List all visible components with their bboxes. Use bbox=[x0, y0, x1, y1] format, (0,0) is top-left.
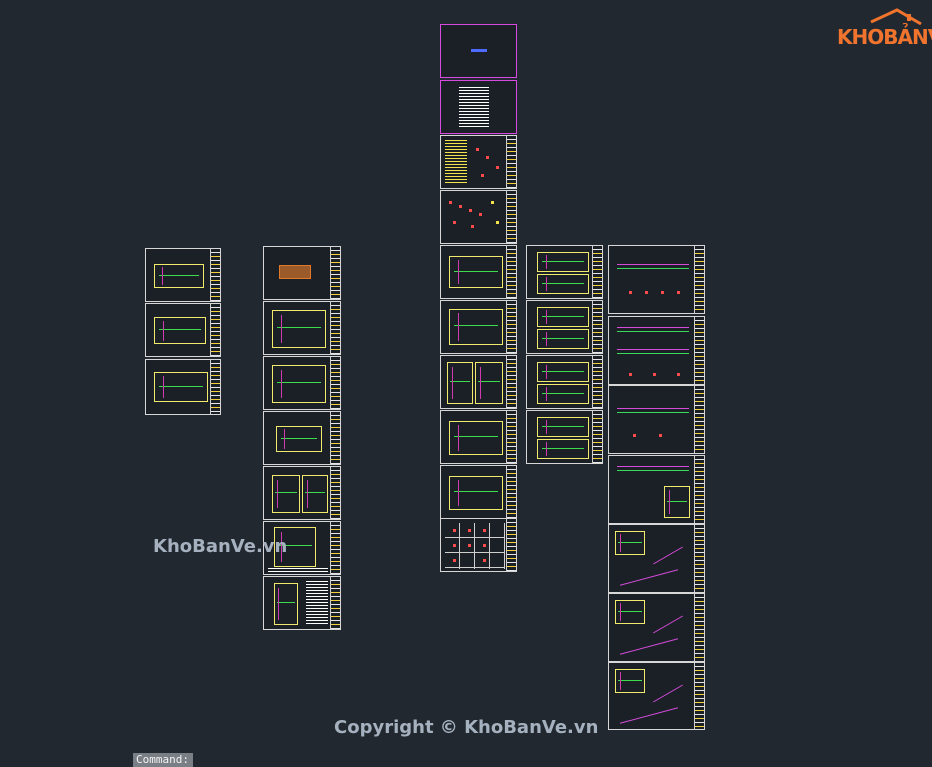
index-table bbox=[459, 87, 489, 127]
title-block bbox=[330, 302, 340, 354]
sheet-stair-2[interactable] bbox=[608, 593, 705, 662]
framing-plan bbox=[449, 421, 503, 455]
floor-plan bbox=[537, 362, 589, 382]
floor-plan bbox=[272, 365, 326, 403]
sheet-stair-3[interactable] bbox=[608, 662, 705, 730]
sheet-framing-1[interactable] bbox=[440, 410, 517, 464]
stair-plan bbox=[615, 669, 645, 693]
title-block bbox=[506, 191, 516, 243]
watermark-bottom: Copyright © KhoBanVe.vn bbox=[334, 717, 599, 738]
title-block bbox=[506, 519, 516, 571]
title-block bbox=[694, 456, 704, 523]
sheet-stair-1[interactable] bbox=[608, 524, 705, 593]
sheet-col4-4[interactable] bbox=[526, 410, 603, 464]
floor-plan bbox=[537, 384, 589, 404]
sheet-index[interactable] bbox=[440, 80, 517, 134]
schedule-table bbox=[306, 581, 328, 625]
title-block bbox=[330, 247, 340, 299]
title-block bbox=[330, 467, 340, 519]
floor-plan bbox=[537, 252, 589, 272]
watermark-left: KhoBanVe.vn bbox=[153, 536, 288, 557]
title-block bbox=[330, 577, 340, 629]
sheet-col4-1[interactable] bbox=[526, 245, 603, 299]
sheet-foundation-1[interactable] bbox=[440, 245, 517, 299]
title-block bbox=[330, 412, 340, 464]
sheet-col1-1[interactable] bbox=[145, 248, 221, 302]
sheet-beam-4[interactable] bbox=[608, 455, 705, 524]
title-block bbox=[210, 249, 220, 301]
title-block bbox=[694, 663, 704, 729]
sheet-col2-2[interactable] bbox=[263, 301, 341, 355]
sheet-beam-2[interactable] bbox=[608, 316, 705, 385]
detail-drawing bbox=[475, 362, 503, 404]
sheet-col2-7[interactable] bbox=[263, 576, 341, 630]
sheet-col2-5[interactable] bbox=[263, 466, 341, 520]
title-block bbox=[506, 136, 516, 188]
elevation-drawing bbox=[272, 475, 300, 513]
floor-plan bbox=[276, 426, 322, 452]
title-block bbox=[694, 594, 704, 661]
detail-drawing bbox=[447, 362, 473, 404]
title-block bbox=[210, 360, 220, 414]
notes-block bbox=[445, 140, 467, 184]
floor-plan bbox=[154, 264, 204, 288]
stair-plan bbox=[615, 531, 645, 555]
title-block bbox=[330, 522, 340, 574]
title-block bbox=[506, 356, 516, 408]
title-block bbox=[330, 357, 340, 409]
floor-plan bbox=[537, 274, 589, 294]
sheet-notes-2[interactable] bbox=[440, 190, 517, 244]
framing-plan bbox=[449, 476, 503, 510]
schedule-table bbox=[268, 568, 328, 574]
sheet-foundation-2[interactable] bbox=[440, 300, 517, 354]
title-block bbox=[592, 411, 602, 463]
title-block bbox=[592, 246, 602, 298]
stair-plan bbox=[615, 600, 645, 624]
title-block bbox=[506, 246, 516, 298]
drawing-canvas[interactable] bbox=[0, 0, 932, 767]
section-drawing bbox=[664, 486, 690, 518]
sheet-col4-3[interactable] bbox=[526, 355, 603, 409]
sheet-col2-3[interactable] bbox=[263, 356, 341, 410]
floor-plan bbox=[537, 329, 589, 349]
sheet-detail-1[interactable] bbox=[440, 355, 517, 409]
title-block bbox=[506, 466, 516, 518]
cover-title-mark bbox=[471, 49, 487, 52]
floor-plan bbox=[537, 307, 589, 327]
title-block bbox=[694, 317, 704, 384]
sheet-cover[interactable] bbox=[440, 24, 517, 78]
sheet-framing-2[interactable] bbox=[440, 465, 517, 519]
title-block bbox=[506, 411, 516, 463]
floor-plan bbox=[154, 372, 208, 402]
elevation-drawing bbox=[302, 475, 328, 513]
sheet-col4-2[interactable] bbox=[526, 300, 603, 354]
floor-plan bbox=[272, 310, 326, 348]
logo-text-banve: BẢNVẼ bbox=[883, 25, 932, 49]
sheet-col2-4[interactable] bbox=[263, 411, 341, 465]
title-block bbox=[694, 525, 704, 592]
title-block bbox=[506, 301, 516, 353]
sheet-notes-1[interactable] bbox=[440, 135, 517, 189]
title-block bbox=[592, 356, 602, 408]
logo-text-kho: KHO bbox=[837, 25, 884, 49]
foundation-plan bbox=[449, 256, 503, 288]
sheet-col1-2[interactable] bbox=[145, 303, 221, 357]
sheet-col2-1[interactable] bbox=[263, 246, 341, 300]
sheet-details-grid[interactable] bbox=[440, 518, 517, 572]
floor-plan bbox=[537, 439, 589, 459]
floor-plan bbox=[154, 317, 206, 344]
floor-plan bbox=[537, 417, 589, 437]
title-block bbox=[694, 386, 704, 453]
title-block bbox=[210, 304, 220, 356]
command-line[interactable]: Command: bbox=[133, 753, 193, 767]
title-block bbox=[694, 246, 704, 313]
title-block bbox=[592, 301, 602, 353]
kho-ban-ve-logo: KHOBẢNVẼ bbox=[837, 8, 932, 53]
cover-graphic bbox=[279, 265, 311, 279]
sheet-col1-3[interactable] bbox=[145, 359, 221, 415]
detail-drawing bbox=[274, 583, 298, 625]
sheet-beam-3[interactable] bbox=[608, 385, 705, 454]
sheet-beam-1[interactable] bbox=[608, 245, 705, 314]
foundation-plan bbox=[449, 309, 503, 345]
